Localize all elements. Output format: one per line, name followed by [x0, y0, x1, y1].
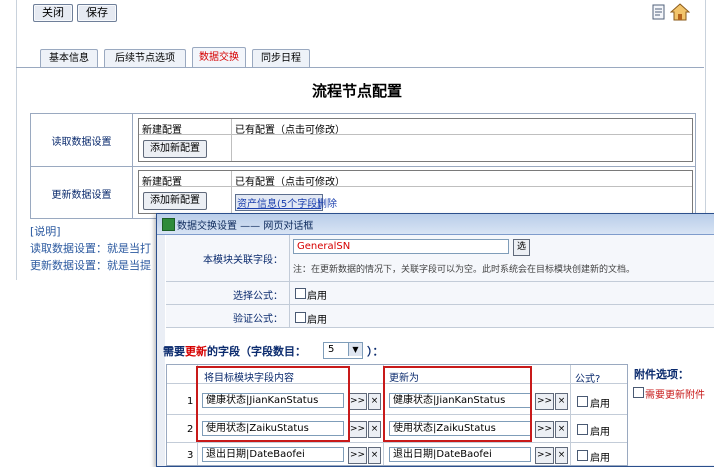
page: 关闭 保存 基本信息 后续节点选项 数据交换 同步日程 流程节点配置 读取数据设…: [0, 0, 714, 467]
update-attachment-label: 需要更新附件: [645, 390, 705, 401]
key-field-hint: 注：在更新数据的情况下，关联字段可以为空。此时系统会在目标模块创建新的文档。: [293, 265, 636, 275]
notes-line: 读取数据设置：就是当打: [30, 242, 151, 255]
update-add-config-button[interactable]: 添加新配置: [143, 192, 207, 210]
move-button[interactable]: >>: [348, 421, 367, 438]
heading-text: 需要: [163, 345, 185, 358]
form-separator: [289, 305, 290, 327]
heading-text: 的字段（字段数目：: [207, 345, 306, 358]
clear-button[interactable]: ×: [555, 447, 568, 464]
notes-line: 更新数据设置：就是当提: [30, 259, 151, 272]
clear-button[interactable]: ×: [368, 393, 381, 410]
formula-checkbox[interactable]: [577, 424, 588, 435]
new-config-header: 新建配置: [142, 177, 182, 188]
select-formula-label: 选择公式：: [233, 291, 283, 302]
tab-data-exchange[interactable]: 数据交换: [192, 47, 246, 67]
formula-enable-label: 启用: [590, 399, 610, 410]
dialog-app-icon: [162, 218, 175, 231]
inner-divider: [139, 186, 692, 187]
config-table: 读取数据设置 更新数据设置 新建配置 已有配置（点击可修改） 添加新配置 新建配…: [30, 113, 696, 219]
verify-formula-checkbox[interactable]: [295, 312, 306, 323]
update-settings-label: 更新数据设置: [51, 190, 112, 201]
move-button[interactable]: >>: [535, 421, 554, 438]
key-field-select-button[interactable]: 选: [513, 239, 530, 256]
col-formula-header: 公式?: [575, 374, 601, 385]
form-separator: [289, 282, 290, 304]
existing-config-header: 已有配置（点击可修改）: [235, 177, 345, 188]
row-number: 2: [187, 424, 194, 435]
verify-formula-enable-label: 启用: [307, 315, 327, 326]
tab-divider: [16, 67, 704, 68]
row-number: 1: [187, 396, 194, 407]
row-number: 3: [187, 450, 194, 461]
select-formula-enable-label: 启用: [307, 291, 327, 302]
formula-enable-label: 启用: [590, 427, 610, 438]
delete-link[interactable]: 删除: [317, 195, 337, 210]
read-add-config-button[interactable]: 添加新配置: [143, 140, 207, 158]
heading-highlight: 更新: [185, 345, 207, 358]
home-icon[interactable]: [669, 3, 691, 21]
notes-title: [说明]: [30, 225, 61, 238]
clear-button[interactable]: ×: [555, 393, 568, 410]
read-settings-label: 读取数据设置: [51, 137, 112, 148]
inner-col-divider: [231, 171, 232, 213]
key-field-input[interactable]: GeneralSN: [293, 239, 509, 254]
formula-checkbox[interactable]: [577, 396, 588, 407]
clear-button[interactable]: ×: [368, 421, 381, 438]
field-count-select[interactable]: 5 ▼: [323, 342, 363, 359]
grid-row-divider: [167, 442, 627, 443]
grid-col-divider: [570, 365, 571, 465]
tab-basic-info[interactable]: 基本信息: [40, 49, 98, 67]
formula-enable-label: 启用: [590, 453, 610, 464]
inner-col-divider: [231, 135, 232, 161]
form-separator: [289, 235, 290, 281]
chevron-down-icon: ▼: [348, 343, 362, 356]
highlight-box: [196, 366, 350, 442]
save-button[interactable]: 保存: [77, 4, 117, 22]
field-count-value: 5: [328, 344, 335, 355]
row-divider: [31, 166, 695, 167]
dialog-titlebar[interactable]: 数据交换设置 —— 网页对话框: [157, 214, 714, 235]
key-field-label: 本模块关联字段：: [203, 255, 283, 266]
document-icon[interactable]: [650, 3, 670, 21]
move-button[interactable]: >>: [535, 447, 554, 464]
key-field-row: 本模块关联字段： GeneralSN 选 注：在更新数据的情况下，关联字段可以为…: [166, 235, 714, 282]
new-config-header: 新建配置: [142, 125, 182, 136]
clear-button[interactable]: ×: [555, 421, 568, 438]
page-title: 流程节点配置: [311, 82, 402, 100]
move-button[interactable]: >>: [535, 393, 554, 410]
tab-next-node-options[interactable]: 后续节点选项: [104, 49, 186, 67]
inner-divider: [139, 134, 692, 135]
heading-end: ）：: [367, 345, 384, 358]
target-field-input[interactable]: 退出日期|DateBaofei: [202, 447, 344, 462]
read-config-box: 新建配置 已有配置（点击可修改） 添加新配置: [138, 118, 693, 162]
update-config-box: 新建配置 已有配置（点击可修改） 添加新配置 资产信息(5个字段) 删除: [138, 170, 693, 214]
move-button[interactable]: >>: [348, 393, 367, 410]
update-fields-heading: 需要更新的字段（字段数目：: [163, 343, 306, 359]
existing-config-header: 已有配置（点击可修改）: [235, 125, 345, 136]
attachment-options-title: 附件选项：: [634, 368, 689, 381]
existing-config-link[interactable]: 资产信息(5个字段): [235, 194, 324, 211]
select-formula-checkbox[interactable]: [295, 288, 306, 299]
clear-button[interactable]: ×: [368, 447, 381, 464]
verify-formula-row: 验证公式： 启用: [166, 305, 714, 328]
tab-sync-schedule[interactable]: 同步日程: [252, 49, 310, 67]
formula-checkbox[interactable]: [577, 450, 588, 461]
notes: [说明] 读取数据设置：就是当打 更新数据设置：就是当提: [30, 223, 170, 274]
close-button[interactable]: 关闭: [33, 4, 73, 22]
verify-formula-label: 验证公式：: [233, 314, 283, 325]
select-formula-row: 选择公式： 启用: [166, 282, 714, 305]
update-field-input[interactable]: 退出日期|DateBaofei: [389, 447, 531, 462]
dialog-title: 数据交换设置 —— 网页对话框: [177, 221, 314, 232]
inner-col-divider: [231, 119, 232, 134]
highlight-box: [383, 366, 532, 442]
move-button[interactable]: >>: [348, 447, 367, 464]
update-attachment-checkbox[interactable]: [633, 387, 644, 398]
